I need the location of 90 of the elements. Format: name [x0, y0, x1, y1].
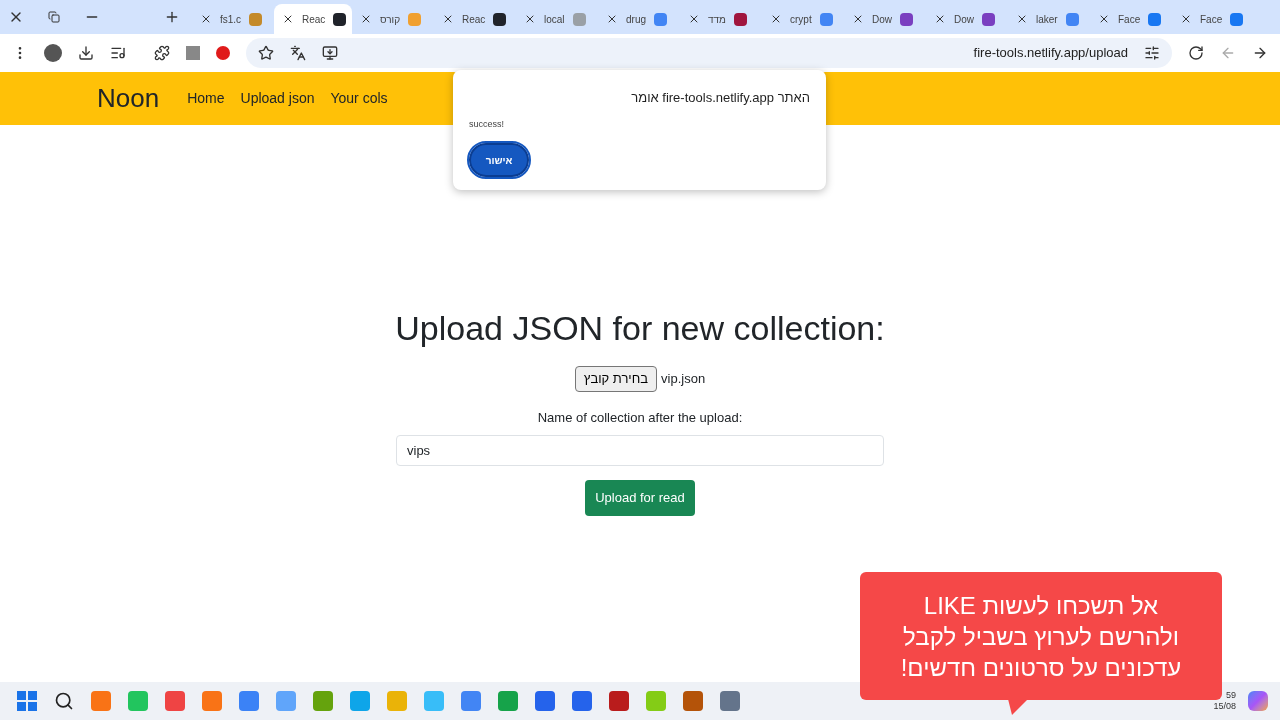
- clock-date: 15/08: [1213, 701, 1236, 713]
- app-icon[interactable]: [720, 691, 740, 711]
- browser-tab[interactable]: local: [516, 4, 598, 34]
- browser-tab[interactable]: Reac: [274, 4, 352, 34]
- tab-title: crypt: [790, 12, 812, 27]
- favicon-icon: [333, 12, 347, 26]
- browser-tab[interactable]: fs1.c: [192, 4, 274, 34]
- upload-button[interactable]: Upload for read: [585, 480, 695, 516]
- browser-tab[interactable]: מדד: [680, 4, 762, 34]
- favicon-icon: [249, 12, 263, 26]
- tab-title: drug: [626, 12, 646, 27]
- browser-tab[interactable]: קורס: [352, 4, 434, 34]
- close-icon[interactable]: [282, 13, 294, 25]
- favicon-icon: [493, 12, 507, 26]
- favicon-icon: [982, 12, 995, 26]
- browser-tab[interactable]: Face: [1090, 4, 1172, 34]
- choose-file-button[interactable]: בחירת קובץ: [574, 366, 658, 392]
- close-icon[interactable]: [688, 13, 700, 25]
- tab-title: מדד: [708, 12, 726, 27]
- browser-tab[interactable]: Dow: [844, 4, 926, 34]
- extensions-icon[interactable]: [154, 45, 170, 61]
- app-icon[interactable]: [535, 691, 555, 711]
- favicon-icon: [1148, 12, 1162, 26]
- favicon-icon: [654, 12, 667, 26]
- close-icon[interactable]: [200, 13, 212, 25]
- favicon-icon: [1065, 12, 1079, 26]
- close-icon[interactable]: [360, 13, 372, 25]
- close-icon[interactable]: [442, 13, 454, 25]
- close-icon[interactable]: [934, 13, 946, 25]
- tab-title: local: [544, 12, 565, 27]
- favicon-icon: [900, 12, 913, 26]
- tab-title: Reac: [462, 12, 486, 27]
- field-label: Name of collection after the upload:: [537, 408, 743, 427]
- media-icon[interactable]: [110, 45, 126, 61]
- close-icon[interactable]: [606, 13, 618, 25]
- translate-icon[interactable]: [290, 45, 306, 61]
- tab-title: laker: [1036, 12, 1058, 27]
- brand-link[interactable]: Noon: [97, 79, 160, 118]
- app-icon[interactable]: [572, 691, 592, 711]
- clock-time: 59: [1226, 689, 1236, 701]
- search-icon[interactable]: [54, 691, 74, 711]
- close-icon[interactable]: [852, 13, 864, 25]
- browser-tab[interactable]: Reac: [434, 4, 516, 34]
- app-icon[interactable]: [609, 691, 629, 711]
- tab-title: קורס: [380, 12, 401, 27]
- callout-text: עדכונים על סרטונים חדשים!: [900, 652, 1182, 683]
- nav-link[interactable]: Upload json: [240, 88, 315, 109]
- browser-tab[interactable]: laker: [1008, 4, 1090, 34]
- file-name: vip.json: [661, 370, 706, 388]
- favicon-icon: [572, 12, 586, 26]
- bookmark-star-icon[interactable]: [258, 45, 274, 61]
- favicon-icon: [1230, 12, 1244, 26]
- nav-link[interactable]: Your cols: [330, 88, 388, 109]
- new-tab-icon[interactable]: [164, 9, 180, 25]
- install-app-icon[interactable]: [322, 45, 338, 61]
- download-icon[interactable]: [78, 45, 94, 61]
- tab-title: Reac: [302, 12, 326, 27]
- tab-title: Face: [1200, 12, 1223, 27]
- restore-icon[interactable]: [48, 11, 60, 23]
- ok-button[interactable]: אישור: [469, 143, 529, 177]
- tab-title: Dow: [954, 12, 974, 27]
- profile-avatar[interactable]: [44, 44, 62, 62]
- dialog-title: האתר fire-tools.netlify.app אומר: [630, 89, 810, 107]
- browser-tab[interactable]: Dow: [926, 4, 1008, 34]
- callout-text: אל תשכחו לעשות LIKE: [923, 590, 1159, 621]
- close-icon[interactable]: [1016, 13, 1028, 25]
- tab-title: Dow: [872, 12, 892, 27]
- close-icon[interactable]: [1098, 13, 1110, 25]
- callout-text: ולהרשם לערוץ בשביל לקבל: [903, 621, 1179, 652]
- tab-title: fs1.c: [220, 12, 242, 27]
- nav-link[interactable]: Home: [187, 88, 225, 109]
- close-icon[interactable]: [524, 13, 536, 25]
- forward-icon[interactable]: [1252, 45, 1268, 61]
- page-heading: Upload JSON for new collection:: [395, 308, 885, 349]
- dialog-message: success!: [469, 117, 505, 131]
- favicon-icon: [408, 12, 422, 26]
- collection-name-field[interactable]: vips: [396, 435, 884, 466]
- start-icon[interactable]: [17, 691, 37, 711]
- app-icon[interactable]: [683, 691, 703, 711]
- site-settings-icon[interactable]: [1144, 45, 1160, 61]
- favicon-icon: [733, 12, 747, 26]
- browser-tab[interactable]: crypt: [762, 4, 844, 34]
- address-field[interactable]: fire-tools.netlify.app/upload: [973, 43, 1128, 63]
- tab-title: Face: [1118, 12, 1141, 27]
- close-icon[interactable]: [770, 13, 782, 25]
- browser-tab[interactable]: drug: [598, 4, 680, 34]
- favicon-icon: [819, 12, 833, 26]
- browser-tab[interactable]: Face: [1172, 4, 1254, 34]
- close-icon[interactable]: [1180, 13, 1192, 25]
- reload-icon[interactable]: [1188, 45, 1204, 61]
